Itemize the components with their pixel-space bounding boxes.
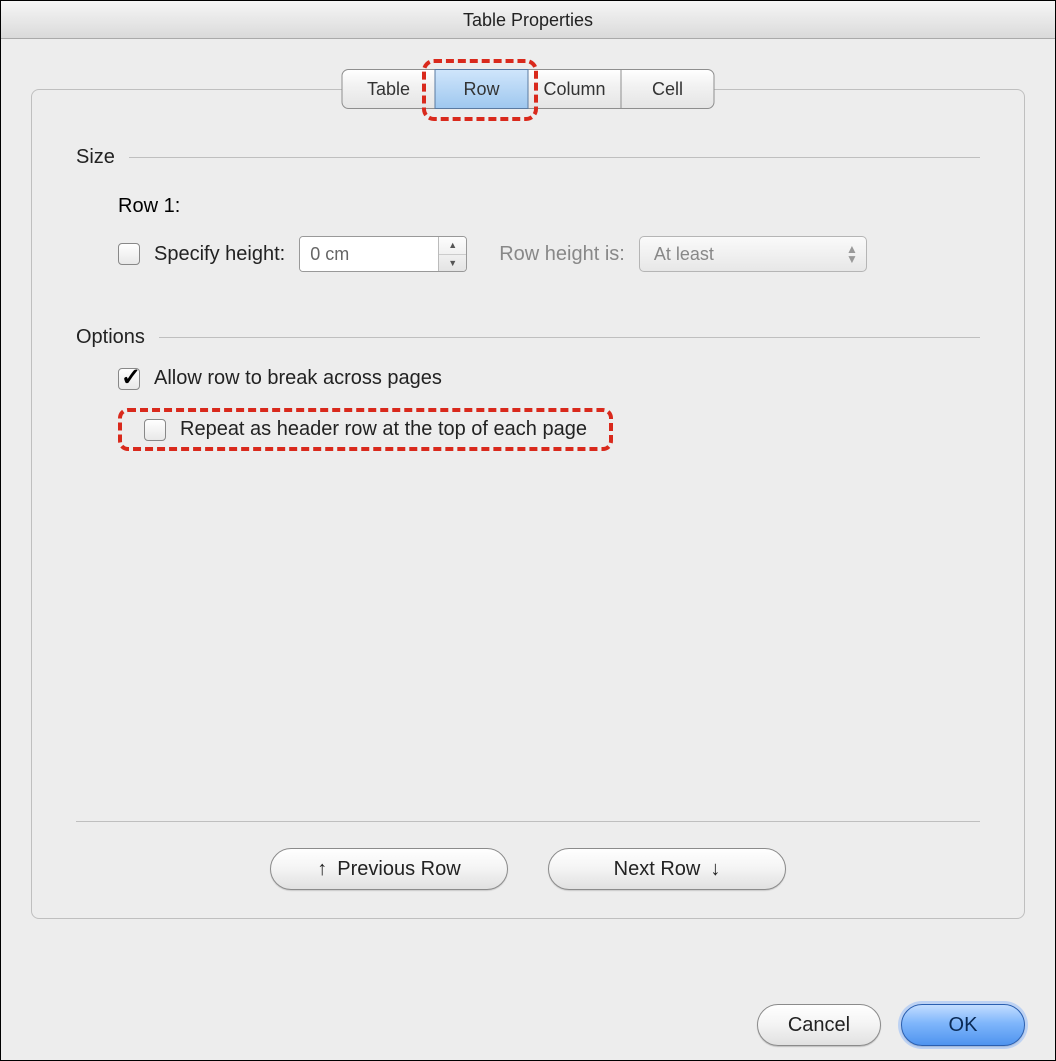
row-height-mode-value: At least [654, 244, 846, 265]
repeat-header-label: Repeat as header row at the top of each … [180, 418, 587, 441]
tab-bar: Table Row Column Cell [342, 69, 715, 109]
row-height-mode-select[interactable]: At least ▲▼ [639, 236, 867, 272]
stepper-down-icon[interactable]: ▼ [439, 255, 466, 272]
ok-button[interactable]: OK [901, 1004, 1025, 1046]
tab-column[interactable]: Column [528, 69, 622, 109]
cancel-button[interactable]: Cancel [757, 1004, 881, 1046]
repeat-header-checkbox[interactable] [144, 419, 166, 441]
tab-row[interactable]: Row [435, 69, 529, 109]
tab-table[interactable]: Table [342, 69, 436, 109]
divider [159, 337, 980, 338]
arrow-up-icon: ↑ [317, 858, 327, 881]
allow-break-checkbox[interactable] [118, 368, 140, 390]
height-stepper[interactable]: 0 cm ▲ ▼ [299, 236, 467, 272]
specify-height-label: Specify height: [154, 243, 285, 266]
row-height-is-label: Row height is: [499, 243, 625, 266]
window-title: Table Properties [1, 1, 1055, 39]
next-row-button[interactable]: Next Row ↓ [548, 848, 786, 890]
section-options-title: Options [76, 326, 145, 349]
previous-row-label: Previous Row [337, 858, 460, 881]
tab-cell[interactable]: Cell [621, 69, 715, 109]
height-stepper-value[interactable]: 0 cm [300, 237, 438, 271]
section-size-title: Size [76, 146, 115, 169]
previous-row-button[interactable]: ↑ Previous Row [270, 848, 508, 890]
highlight-repeat-header: Repeat as header row at the top of each … [118, 408, 613, 451]
stepper-up-icon[interactable]: ▲ [439, 237, 466, 255]
next-row-label: Next Row [614, 858, 701, 881]
divider [129, 157, 980, 158]
specify-height-checkbox[interactable] [118, 243, 140, 265]
row-number-label: Row 1: [118, 195, 980, 218]
select-arrows-icon: ▲▼ [846, 244, 858, 264]
arrow-down-icon: ↓ [710, 858, 720, 881]
tab-panel-row: Size Row 1: Specify height: 0 cm ▲ ▼ Row… [31, 89, 1025, 919]
allow-break-label: Allow row to break across pages [154, 367, 442, 390]
